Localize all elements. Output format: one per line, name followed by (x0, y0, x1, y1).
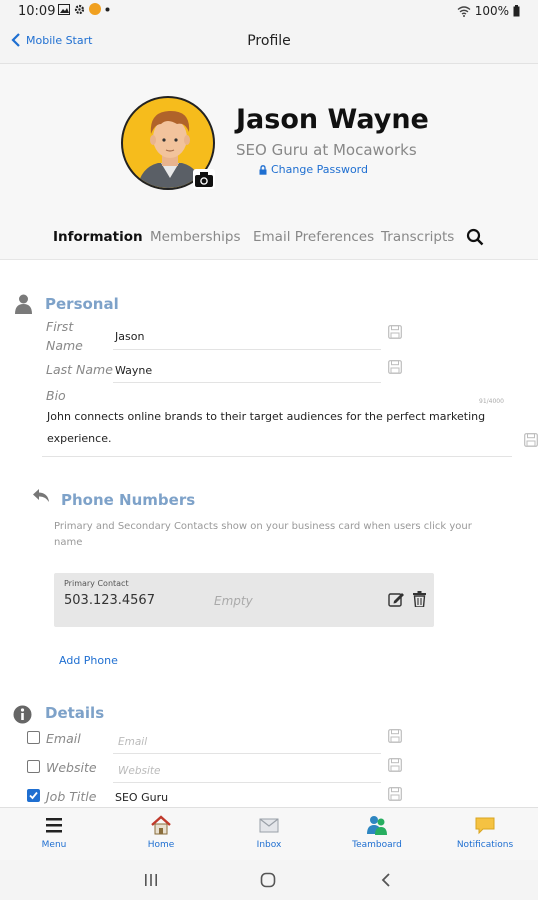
first-name-underline (113, 349, 381, 350)
battery-percent: 100% (474, 4, 509, 18)
tabbar-notifications-label: Notifications (456, 840, 514, 850)
section-title-details: Details (45, 704, 105, 722)
save-icon[interactable] (388, 758, 402, 772)
tabbar-home[interactable]: Home (116, 814, 206, 850)
phone-description: Primary and Secondary Contacts show on y… (54, 521, 472, 548)
job-title-field[interactable]: SEO Guru (115, 791, 168, 804)
change-password-label: Change Password (271, 163, 368, 176)
job-title-visibility-checkbox[interactable] (27, 789, 40, 802)
change-password-link[interactable]: Change Password (259, 163, 368, 176)
email-field[interactable]: Email (118, 736, 147, 748)
reply-icon (33, 489, 49, 502)
settings-icon (74, 4, 85, 14)
phone-card-primary: Primary Contact 503.123.4567 Empty (54, 573, 434, 627)
profile-tabs: Information Memberships Email Preference… (0, 228, 538, 251)
inbox-icon (259, 818, 279, 833)
email-underline (113, 753, 381, 754)
search-icon[interactable] (466, 228, 484, 246)
bottom-tab-bar: Menu Home Inbox Teamboard Notifications (0, 807, 538, 860)
tab-memberships[interactable]: Memberships (150, 229, 240, 245)
back-nav-icon[interactable] (379, 872, 393, 888)
section-title-personal: Personal (45, 295, 119, 313)
gallery-icon (58, 3, 70, 15)
last-name-label: Last Name (46, 362, 113, 377)
tabbar-teamboard[interactable]: Teamboard (332, 814, 422, 850)
email-label: Email (46, 731, 81, 746)
dot-icon (105, 7, 110, 11)
lock-icon (259, 164, 267, 175)
person-icon (15, 294, 32, 314)
bio-character-counter: 91/4000 (479, 398, 504, 405)
tab-information[interactable]: Information (53, 229, 143, 245)
wifi-icon (457, 5, 471, 17)
bio-field[interactable]: John connects online brands to their tar… (47, 406, 487, 450)
info-icon (13, 705, 32, 724)
save-icon[interactable] (388, 787, 402, 801)
edit-icon[interactable] (388, 591, 405, 607)
navigation-bar: Mobile Start Profile (0, 24, 538, 64)
secondary-phone-empty: Empty (214, 594, 253, 608)
profile-name: Jason Wayne (236, 104, 429, 135)
status-time: 10:09 (18, 4, 56, 19)
tabbar-inbox-label: Inbox (256, 840, 282, 850)
save-icon[interactable] (388, 325, 402, 339)
teamboard-icon (367, 816, 387, 835)
camera-icon[interactable] (193, 169, 215, 189)
tabbar-inbox[interactable]: Inbox (224, 814, 314, 850)
recent-apps-icon[interactable] (143, 872, 159, 888)
save-icon[interactable] (388, 360, 402, 374)
website-field[interactable]: Website (118, 765, 160, 777)
tabbar-notifications[interactable]: Notifications (440, 814, 530, 850)
bio-underline (42, 456, 512, 457)
job-title-label: Job Title (46, 789, 97, 804)
home-button-icon[interactable] (260, 872, 276, 888)
first-name-label: First Name (46, 319, 83, 353)
status-notification-icons (58, 3, 110, 15)
bio-label: Bio (46, 388, 66, 403)
profile-header: Jason Wayne SEO Guru at Mocaworks Change… (0, 64, 538, 260)
save-icon[interactable] (388, 729, 402, 743)
email-visibility-checkbox[interactable] (27, 731, 40, 744)
add-phone-link[interactable]: Add Phone (59, 654, 118, 667)
tabbar-home-label: Home (147, 840, 175, 850)
page-title: Profile (247, 33, 291, 49)
save-icon[interactable] (524, 433, 538, 447)
battery-icon (513, 5, 520, 17)
tabbar-menu-label: Menu (41, 840, 67, 850)
status-right: 100% (457, 4, 520, 18)
home-icon (151, 815, 171, 835)
phone-card-label: Primary Contact (64, 579, 129, 588)
last-name-field[interactable]: Wayne (115, 364, 152, 377)
first-name-field[interactable]: Jason (115, 330, 144, 343)
website-label: Website (46, 760, 97, 775)
status-bar: 10:09 100% (0, 0, 538, 24)
website-visibility-checkbox[interactable] (27, 760, 40, 773)
tabbar-menu[interactable]: Menu (9, 814, 99, 850)
checkmark-icon (29, 791, 38, 800)
section-title-phone-numbers: Phone Numbers (61, 491, 196, 509)
profile-subtitle: SEO Guru at Mocaworks (236, 141, 417, 159)
last-name-underline (113, 382, 381, 383)
trash-icon[interactable] (413, 591, 426, 607)
tab-transcripts[interactable]: Transcripts (381, 229, 454, 245)
notifications-icon (475, 817, 495, 835)
website-underline (113, 782, 381, 783)
hamburger-icon (46, 818, 62, 833)
tab-email-preferences[interactable]: Email Preferences (253, 229, 374, 245)
system-navigation-bar (0, 860, 538, 900)
app-notification-icon (89, 3, 101, 15)
tabbar-teamboard-label: Teamboard (352, 840, 402, 850)
primary-phone-number: 503.123.4567 (64, 593, 155, 608)
